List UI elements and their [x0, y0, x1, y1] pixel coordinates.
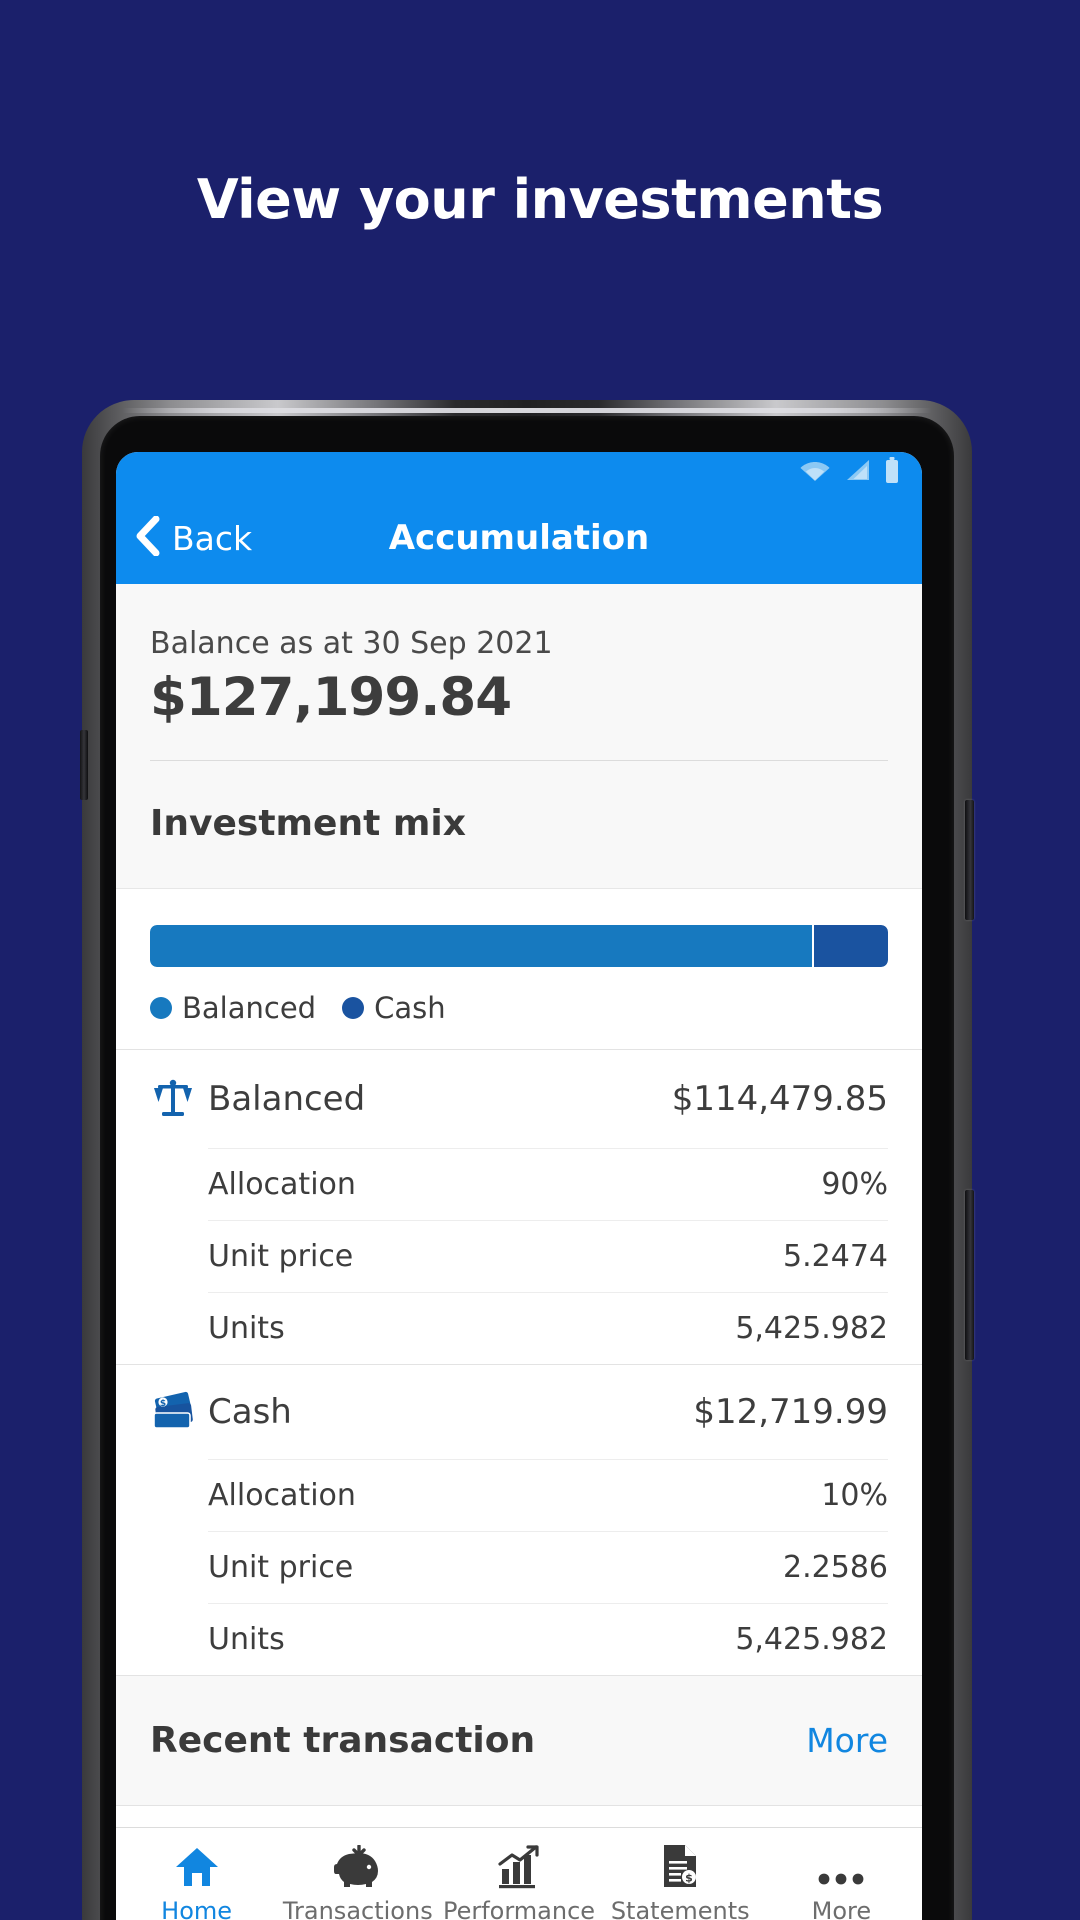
phone-screen: Back Accumulation Balance as at 30 Sep 2…: [116, 452, 922, 1920]
tab-label: More: [811, 1896, 872, 1920]
investment-mix-heading: Investment mix: [116, 761, 922, 888]
signal-icon: [843, 458, 871, 487]
home-icon: [174, 1843, 220, 1889]
tab-label: Home: [161, 1896, 233, 1920]
chevron-left-icon: [134, 515, 160, 561]
chart-legend: Balanced Cash: [150, 991, 888, 1025]
tab-label: Performance: [442, 1896, 596, 1920]
detail-label: Allocation: [208, 1478, 356, 1513]
back-button-label: Back: [172, 518, 253, 558]
tab-statements[interactable]: $ Statements: [600, 1843, 761, 1920]
holding-value: $12,719.99: [693, 1392, 888, 1432]
legend-dot-icon: [342, 997, 365, 1019]
holdings-list: Balanced $114,479.85 Allocation 90% Unit pri…: [116, 1049, 922, 1675]
balance-amount: $127,199.84: [150, 667, 512, 728]
bottom-tab-bar: Home Transactions Performance $ Statements Mo…: [116, 1827, 922, 1920]
detail-value: 5,425.982: [735, 1622, 888, 1657]
money-notes-icon: $: [150, 1391, 208, 1433]
bar-chart-icon: [495, 1843, 543, 1889]
detail-value: 5,425.982: [735, 1311, 888, 1346]
holding-card-cash[interactable]: $ Cash $12,719.99 Allocation 10% Unit price 2.…: [116, 1364, 922, 1675]
page-title: View your investments: [196, 168, 884, 231]
tab-label: Transactions: [282, 1896, 433, 1920]
detail-label: Units: [208, 1622, 285, 1657]
allocation-stacked-bar: [150, 925, 888, 967]
holding-header: $ Cash $12,719.99: [150, 1365, 888, 1459]
back-button[interactable]: Back: [116, 515, 253, 561]
recent-transaction-heading: Recent transaction: [150, 1720, 536, 1761]
allocation-segment-cash: [814, 925, 888, 967]
scales-icon: [150, 1076, 208, 1122]
tab-more[interactable]: More: [761, 1843, 922, 1920]
document-icon: $: [661, 1843, 699, 1889]
app-navigation-bar: Back Accumulation: [116, 492, 922, 584]
legend-label: Balanced: [182, 991, 317, 1025]
recent-transaction-more-link[interactable]: More: [806, 1721, 888, 1760]
holding-card-balanced[interactable]: Balanced $114,479.85 Allocation 90% Unit pri…: [116, 1049, 922, 1364]
detail-value: 90%: [821, 1167, 888, 1202]
allocation-segment-balanced: [150, 925, 813, 967]
recent-transaction-section: Recent transaction More: [116, 1675, 922, 1805]
detail-value: 2.2586: [783, 1550, 888, 1585]
detail-label: Allocation: [208, 1167, 356, 1202]
piggy-bank-icon: [333, 1843, 383, 1889]
battery-icon: [884, 456, 900, 488]
balance-as-at-label: Balance as at 30 Sep 2021: [150, 626, 553, 661]
holding-detail-row: Units 5,425.982: [208, 1603, 888, 1675]
detail-value: 10%: [821, 1478, 888, 1513]
tab-performance[interactable]: Performance: [438, 1843, 599, 1920]
holding-detail-row: Unit price 2.2586: [208, 1531, 888, 1603]
svg-text:$: $: [160, 1399, 166, 1409]
detail-value: 5.2474: [783, 1239, 888, 1274]
balance-section: Balance as at 30 Sep 2021 $127,199.84: [116, 584, 922, 761]
holding-detail-row: Allocation 10%: [208, 1459, 888, 1531]
phone-top-glint: [122, 408, 932, 413]
holding-detail-row: Unit price 5.2474: [208, 1220, 888, 1292]
tab-home[interactable]: Home: [116, 1843, 277, 1920]
holding-detail-row: Allocation 90%: [208, 1148, 888, 1220]
detail-label: Unit price: [208, 1239, 354, 1274]
legend-item-balanced: Balanced: [150, 991, 316, 1025]
holding-name: Balanced: [208, 1079, 366, 1119]
recent-transaction-spacer: [116, 1805, 922, 1827]
holding-header: Balanced $114,479.85: [150, 1050, 888, 1148]
tab-label: Statements: [610, 1896, 750, 1920]
wifi-icon: [800, 458, 830, 487]
tab-transactions[interactable]: Transactions: [277, 1843, 438, 1920]
legend-label: Cash: [374, 991, 446, 1025]
phone-device-mockup: Back Accumulation Balance as at 30 Sep 2…: [80, 400, 974, 1920]
phone-volume-button: [965, 800, 974, 920]
svg-text:$: $: [685, 1871, 693, 1884]
legend-item-cash: Cash: [342, 991, 446, 1025]
ellipsis-icon: [817, 1843, 865, 1889]
investment-mix-chart: Balanced Cash: [116, 888, 922, 1049]
holding-detail-row: Units 5,425.982: [208, 1292, 888, 1364]
holding-name: Cash: [208, 1392, 292, 1432]
detail-label: Units: [208, 1311, 285, 1346]
legend-dot-icon: [150, 997, 172, 1019]
phone-left-button: [80, 730, 88, 800]
phone-power-button: [965, 1190, 974, 1360]
detail-label: Unit price: [208, 1550, 354, 1585]
holding-value: $114,479.85: [671, 1079, 888, 1119]
status-bar: [116, 452, 922, 492]
